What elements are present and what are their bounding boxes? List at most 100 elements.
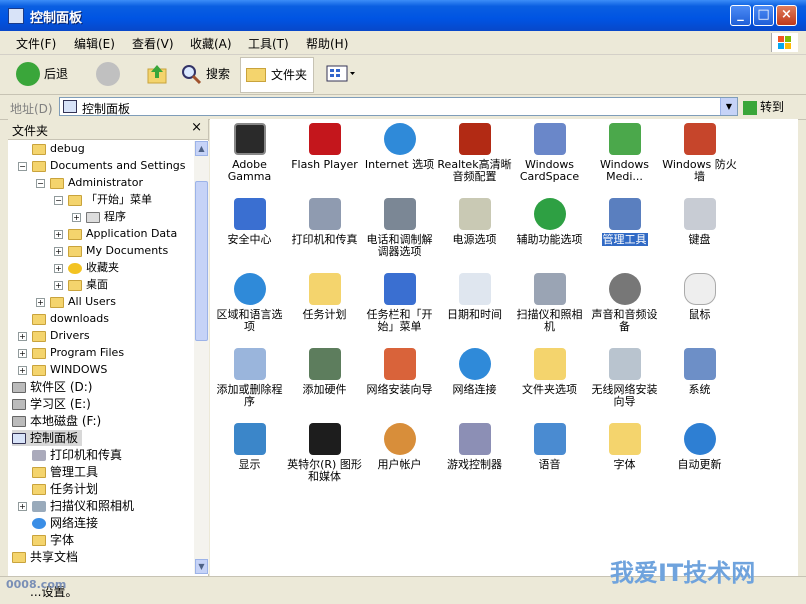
icon-add-remove[interactable]: 添加或删除程序: [212, 348, 287, 408]
menu-edit[interactable]: 编辑(E): [74, 35, 115, 52]
scrollbar-thumb[interactable]: [195, 181, 208, 341]
tree-item[interactable]: 扫描仪和照相机: [32, 498, 134, 514]
tree-item[interactable]: 任务计划: [32, 481, 98, 497]
icon-scheduled-tasks[interactable]: 任务计划: [287, 273, 362, 321]
icon-speech[interactable]: 语音: [512, 423, 587, 471]
icon-display[interactable]: 显示: [212, 423, 287, 471]
icon-windows-media[interactable]: Windows Medi...: [587, 123, 662, 183]
icon-flash-player[interactable]: Flash Player: [287, 123, 362, 171]
icon-sound[interactable]: 声音和音频设备: [587, 273, 662, 333]
icon-intel-graphics[interactable]: 英特尔(R) 图形和媒体: [287, 423, 362, 483]
expand-icon[interactable]: +: [18, 349, 27, 358]
expand-icon[interactable]: −: [36, 179, 45, 188]
expand-icon[interactable]: +: [18, 332, 27, 341]
icon-phone-modem[interactable]: 电话和调制解调器选项: [362, 198, 437, 258]
icon-security-center[interactable]: 安全中心: [212, 198, 287, 246]
menu-tools[interactable]: 工具(T): [248, 35, 289, 52]
icon-cardspace[interactable]: Windows CardSpace: [512, 123, 587, 183]
icon-date-time[interactable]: 日期和时间: [437, 273, 512, 321]
icon-network-connections[interactable]: 网络连接: [437, 348, 512, 396]
tree-item[interactable]: WINDOWS: [32, 362, 107, 378]
icon-add-hardware[interactable]: 添加硬件: [287, 348, 362, 396]
tree-item[interactable]: 打印机和传真: [32, 447, 122, 463]
tree-item[interactable]: My Documents: [68, 243, 168, 259]
icon-folder-options[interactable]: 文件夹选项: [512, 348, 587, 396]
tree-item[interactable]: 共享文档: [12, 549, 78, 565]
address-dropdown-icon[interactable]: ▼: [720, 98, 737, 115]
expand-icon[interactable]: +: [72, 213, 81, 222]
icon-auto-update[interactable]: 自动更新: [662, 423, 737, 471]
tree-item[interactable]: Application Data: [68, 226, 177, 242]
menu-view[interactable]: 查看(V): [132, 35, 174, 52]
folders-button[interactable]: 文件夹: [240, 57, 314, 93]
expand-icon[interactable]: −: [18, 162, 27, 171]
scroll-up-icon[interactable]: ▲: [195, 141, 208, 156]
maximize-button[interactable]: □: [753, 5, 774, 26]
up-folder-button[interactable]: [144, 60, 170, 88]
menu-help[interactable]: 帮助(H): [306, 35, 348, 52]
tree-item[interactable]: Program Files: [32, 345, 124, 361]
icon-firewall[interactable]: Windows 防火墙: [662, 123, 737, 183]
search-button[interactable]: 搜索: [178, 60, 236, 88]
menu-favorites[interactable]: 收藏(A): [190, 35, 232, 52]
tree-item-selected[interactable]: 控制面板: [12, 430, 83, 446]
tree-item[interactable]: 桌面: [68, 277, 108, 293]
icon-scanners[interactable]: 扫描仪和照相机: [512, 273, 587, 333]
icon-adobe-gamma[interactable]: Adobe Gamma: [212, 123, 287, 183]
minimize-button[interactable]: _: [730, 5, 751, 26]
tree-item[interactable]: 字体: [32, 532, 74, 548]
menu-file[interactable]: 文件(F): [16, 35, 56, 52]
tree-item[interactable]: 程序: [86, 209, 126, 225]
folders-panel-header: 文件夹 ×: [8, 119, 208, 140]
scanner-icon: [32, 501, 46, 512]
tree-item[interactable]: 「开始」菜单: [68, 192, 152, 208]
tree-item[interactable]: Drivers: [32, 328, 90, 344]
title-bar[interactable]: 控制面板 _ □ ×: [0, 0, 806, 31]
tree-item[interactable]: Documents and Settings: [32, 158, 186, 174]
forward-arrow-icon: [96, 62, 120, 86]
icon-power-options[interactable]: 电源选项: [437, 198, 512, 246]
icon-wireless-setup[interactable]: 无线网络安装向导: [587, 348, 662, 408]
icon-system[interactable]: 系统: [662, 348, 737, 396]
tree-item[interactable]: 学习区 (E:): [12, 396, 91, 412]
expand-icon[interactable]: +: [18, 502, 27, 511]
close-panel-icon[interactable]: ×: [191, 120, 202, 135]
icon-accessibility[interactable]: 辅助功能选项: [512, 198, 587, 246]
tree-item[interactable]: 本地磁盘 (F:): [12, 413, 101, 429]
scroll-down-icon[interactable]: ▼: [195, 559, 208, 574]
icon-user-accounts[interactable]: 用户帐户: [362, 423, 437, 471]
expand-icon[interactable]: −: [54, 196, 63, 205]
icon-printers[interactable]: 打印机和传真: [287, 198, 362, 246]
icon-realtek-audio[interactable]: Realtek高清晰音频配置: [437, 123, 512, 183]
tree-item[interactable]: 网络连接: [32, 515, 98, 531]
icon-regional[interactable]: 区域和语言选项: [212, 273, 287, 333]
tree-item[interactable]: debug: [32, 141, 85, 157]
expand-icon[interactable]: +: [54, 281, 63, 290]
back-button[interactable]: 后退: [12, 60, 88, 88]
tree-item[interactable]: downloads: [32, 311, 109, 327]
tree-item[interactable]: Administrator: [50, 175, 143, 191]
address-input[interactable]: 控制面板 ▼: [59, 97, 738, 116]
tree-item[interactable]: 软件区 (D:): [12, 379, 92, 395]
icon-fonts[interactable]: 字体: [587, 423, 662, 471]
icon-network-setup[interactable]: 网络安装向导: [362, 348, 437, 396]
tree-scrollbar[interactable]: ▲ ▼: [194, 141, 209, 574]
icon-taskbar[interactable]: 任务栏和「开始」菜单: [362, 273, 437, 333]
expand-icon[interactable]: +: [36, 298, 45, 307]
icon-mouse[interactable]: 鼠标: [662, 273, 737, 321]
tree-item[interactable]: 收藏夹: [68, 260, 119, 276]
icon-internet-options[interactable]: Internet 选项: [362, 123, 437, 171]
forward-button[interactable]: [94, 60, 134, 88]
views-button[interactable]: [324, 60, 358, 88]
tree-item[interactable]: All Users: [50, 294, 116, 310]
expand-icon[interactable]: +: [54, 247, 63, 256]
icon-keyboard[interactable]: 键盘: [662, 198, 737, 246]
expand-icon[interactable]: +: [18, 366, 27, 375]
icon-admin-tools[interactable]: 管理工具: [587, 198, 662, 246]
expand-icon[interactable]: +: [54, 264, 63, 273]
close-button[interactable]: ×: [776, 5, 797, 26]
tree-item[interactable]: 管理工具: [32, 464, 98, 480]
icon-game-controllers[interactable]: 游戏控制器: [437, 423, 512, 471]
go-button[interactable]: 转到: [743, 98, 784, 115]
expand-icon[interactable]: +: [54, 230, 63, 239]
